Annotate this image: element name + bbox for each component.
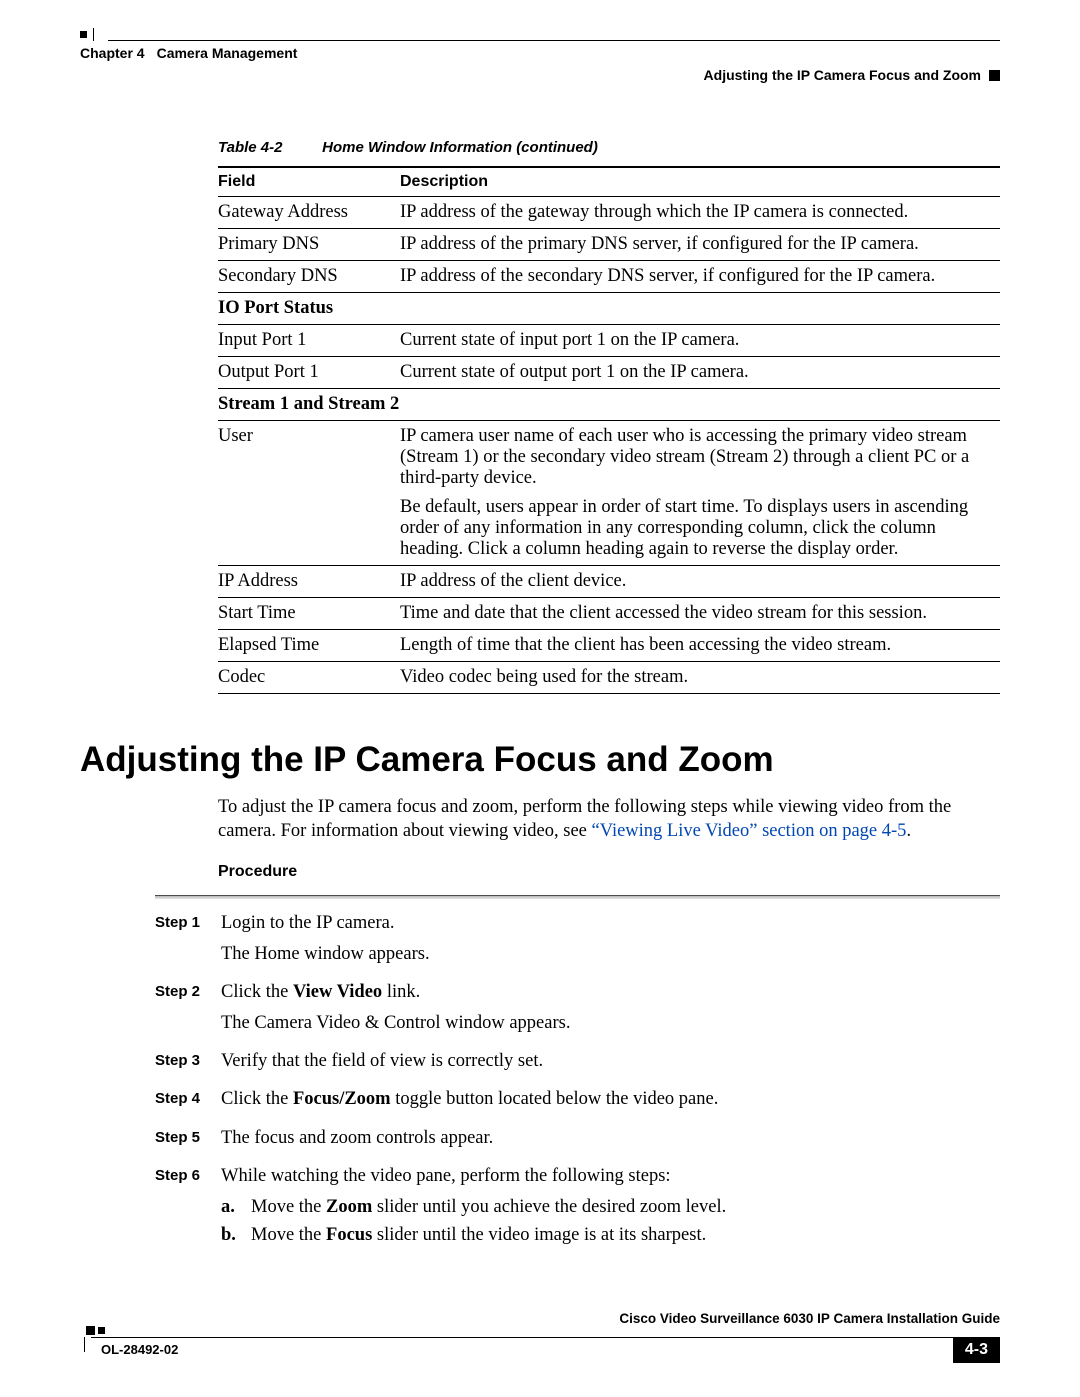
- table-cell: Time and date that the client accessed t…: [400, 598, 1000, 630]
- footer-left-mark: [84, 1337, 91, 1352]
- procedure-steps: Step 1 Login to the IP camera. The Home …: [155, 911, 1000, 1247]
- chapter-title: Camera Management: [157, 45, 298, 61]
- step-text: Click the Focus/Zoom toggle button locat…: [221, 1087, 1000, 1111]
- section-heading: Adjusting the IP Camera Focus and Zoom: [80, 740, 1000, 780]
- table-cell: Length of time that the client has been …: [400, 630, 1000, 662]
- table-title: Home Window Information (continued): [322, 139, 598, 156]
- step-row: Step 2 Click the View Video link. The Ca…: [155, 980, 1000, 1041]
- table-cell: IP address of the secondary DNS server, …: [400, 261, 1000, 293]
- table-cell: Current state of output port 1 on the IP…: [400, 357, 1000, 389]
- table-section-header: Stream 1 and Stream 2: [218, 389, 1000, 421]
- intro-paragraph: To adjust the IP camera focus and zoom, …: [218, 796, 1000, 843]
- substep-label: b.: [221, 1223, 241, 1247]
- table-cell: IP address of the gateway through which …: [400, 197, 1000, 229]
- header-square-icon: [989, 70, 1000, 81]
- page-footer: Cisco Video Surveillance 6030 IP Camera …: [80, 1311, 1000, 1363]
- substep-text: Move the Focus slider until the video im…: [251, 1223, 706, 1247]
- page-header: Chapter 4 Camera Management Adjusting th…: [80, 28, 1000, 83]
- procedure-label: Procedure: [218, 863, 1000, 881]
- step-row: Step 1 Login to the IP camera. The Home …: [155, 911, 1000, 972]
- table-cell: Gateway Address: [218, 197, 400, 229]
- step-text: The Camera Video & Control window appear…: [221, 1011, 1000, 1035]
- table-cell: Secondary DNS: [218, 261, 400, 293]
- step-number: Step 1: [155, 911, 203, 972]
- footer-guide-title: Cisco Video Surveillance 6030 IP Camera …: [619, 1311, 1000, 1326]
- table-text: IP camera user name of each user who is …: [400, 426, 994, 489]
- table-cell: IP Address: [218, 566, 400, 598]
- col-header-field: Field: [218, 167, 400, 197]
- footer-square-icon: [98, 1327, 105, 1334]
- step-text: While watching the video pane, perform t…: [221, 1164, 1000, 1188]
- step-number: Step 4: [155, 1087, 203, 1117]
- step-row: Step 6 While watching the video pane, pe…: [155, 1164, 1000, 1247]
- table-cell: Codec: [218, 662, 400, 694]
- chapter-number: Chapter 4: [80, 45, 145, 61]
- table-text: Be default, users appear in order of sta…: [400, 497, 994, 560]
- table-cell: IP camera user name of each user who is …: [400, 421, 1000, 566]
- step-text: The focus and zoom controls appear.: [221, 1126, 1000, 1150]
- table-cell: User: [218, 421, 400, 566]
- xref-link[interactable]: “Viewing Live Video” section on page 4-5: [592, 821, 907, 841]
- table-cell: Current state of input port 1 on the IP …: [400, 325, 1000, 357]
- page-number: 4-3: [953, 1337, 1000, 1363]
- table-cell: Start Time: [218, 598, 400, 630]
- step-row: Step 5 The focus and zoom controls appea…: [155, 1126, 1000, 1156]
- step-row: Step 3 Verify that the field of view is …: [155, 1049, 1000, 1079]
- step-number: Step 6: [155, 1164, 203, 1247]
- step-row: Step 4 Click the Focus/Zoom toggle butto…: [155, 1087, 1000, 1117]
- procedure-rule: [155, 895, 1000, 899]
- footer-square-icon: [86, 1326, 95, 1335]
- step-number: Step 5: [155, 1126, 203, 1156]
- table-cell: Output Port 1: [218, 357, 400, 389]
- footer-docid: OL-28492-02: [101, 1342, 178, 1357]
- col-header-description: Description: [400, 167, 1000, 197]
- substep: b. Move the Focus slider until the video…: [221, 1223, 1000, 1247]
- home-window-info-table: Field Description Gateway AddressIP addr…: [218, 166, 1000, 694]
- step-text: The Home window appears.: [221, 942, 1000, 966]
- step-text: Click the View Video link.: [221, 980, 1000, 1004]
- step-text: Login to the IP camera.: [221, 911, 1000, 935]
- table-cell: Primary DNS: [218, 229, 400, 261]
- table-cell: IP address of the client device.: [400, 566, 1000, 598]
- substep-label: a.: [221, 1195, 241, 1219]
- header-section-title: Adjusting the IP Camera Focus and Zoom: [704, 67, 981, 83]
- step-number: Step 3: [155, 1049, 203, 1079]
- step-text: Verify that the field of view is correct…: [221, 1049, 1000, 1073]
- substep: a. Move the Zoom slider until you achiev…: [221, 1195, 1000, 1219]
- table-cell: Input Port 1: [218, 325, 400, 357]
- intro-text: .: [906, 821, 911, 841]
- table-block: Table 4-2 Home Window Information (conti…: [218, 139, 1000, 694]
- table-cell: Video codec being used for the stream.: [400, 662, 1000, 694]
- substep-text: Move the Zoom slider until you achieve t…: [251, 1195, 726, 1219]
- table-number: Table 4-2: [218, 139, 318, 156]
- step-number: Step 2: [155, 980, 203, 1041]
- header-left-mark: [80, 28, 94, 41]
- table-cell: IP address of the primary DNS server, if…: [400, 229, 1000, 261]
- table-cell: Elapsed Time: [218, 630, 400, 662]
- table-section-header: IO Port Status: [218, 293, 1000, 325]
